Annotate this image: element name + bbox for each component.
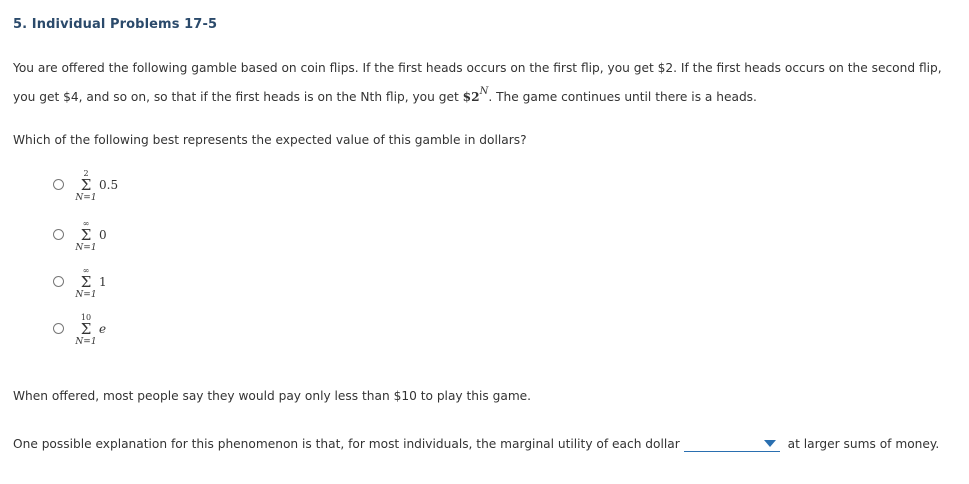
summation-4: 10 Σ N=1 — [73, 313, 99, 347]
explanation-before: One possible explanation for this phenom… — [13, 437, 680, 451]
triangle-down-icon[interactable] — [763, 440, 776, 447]
explanation-after: at larger sums of money. — [783, 437, 940, 451]
sigma-symbol: Σ — [80, 226, 92, 244]
option-2[interactable]: ∞ Σ N=1 0 — [53, 219, 173, 269]
radio-button-option-2[interactable] — [53, 229, 64, 240]
explanation-paragraph: One possible explanation for this phenom… — [13, 432, 943, 456]
sigma-symbol: Σ — [80, 320, 92, 338]
summation-lower-limit: N=1 — [75, 193, 97, 203]
sigma-symbol: Σ — [80, 273, 92, 291]
marginal-utility-dropdown[interactable] — [683, 435, 780, 452]
problem-title: 5. Individual Problems 17-5 — [13, 17, 218, 32]
payout-base: $2 — [462, 90, 480, 104]
sigma-symbol: Σ — [80, 176, 92, 194]
summation-1: 2 Σ N=1 — [73, 169, 99, 203]
summation-2: ∞ Σ N=1 — [73, 219, 99, 253]
option-3[interactable]: ∞ Σ N=1 1 — [53, 266, 173, 316]
summation-lower-limit: N=1 — [75, 290, 97, 300]
option-1[interactable]: 2 Σ N=1 0.5 — [53, 169, 173, 219]
summation-term: 0.5 — [99, 178, 119, 192]
summation-3: ∞ Σ N=1 — [73, 266, 99, 300]
radio-button-option-3[interactable] — [53, 276, 64, 287]
question-text: Which of the following best represents t… — [13, 133, 527, 147]
radio-button-option-1[interactable] — [53, 179, 64, 190]
option-4[interactable]: 10 Σ N=1 e — [53, 313, 173, 363]
summation-lower-limit: N=1 — [75, 243, 97, 253]
radio-button-option-4[interactable] — [53, 323, 64, 334]
summation-term: 1 — [99, 275, 107, 289]
statement-text: When offered, most people say they would… — [13, 389, 532, 403]
summation-term: 0 — [99, 228, 107, 242]
intro-text-part2: . The game continues until there is a he… — [488, 90, 757, 104]
summation-lower-limit: N=1 — [75, 337, 97, 347]
intro-paragraph: You are offered the following gamble bas… — [13, 56, 943, 109]
summation-term: e — [99, 322, 107, 336]
